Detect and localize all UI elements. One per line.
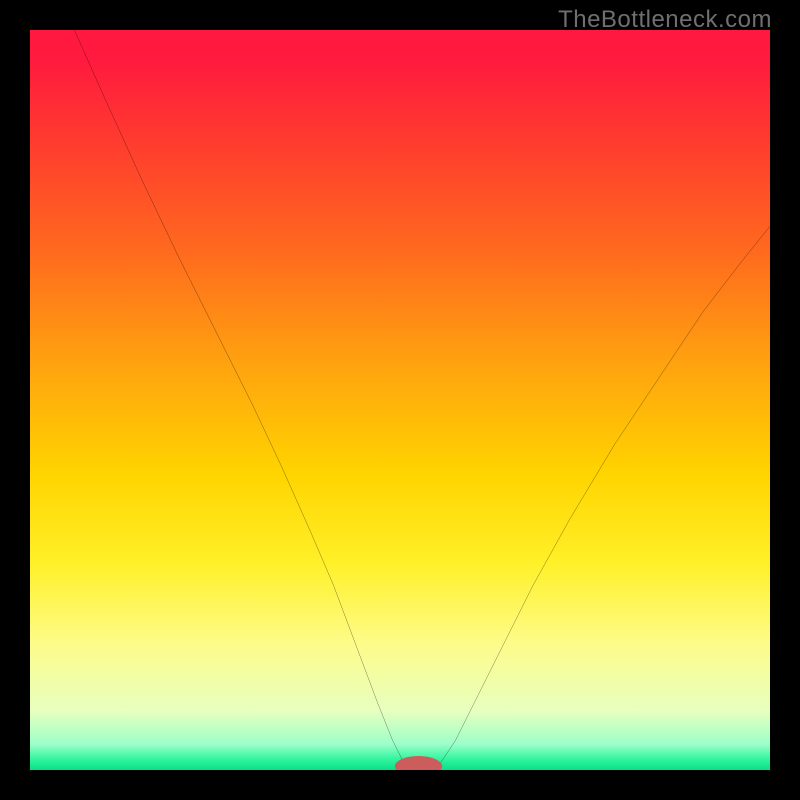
- bottleneck-chart: [30, 30, 770, 770]
- watermark-text: TheBottleneck.com: [558, 6, 772, 34]
- chart-background: [30, 30, 770, 770]
- plot-frame: [30, 30, 770, 770]
